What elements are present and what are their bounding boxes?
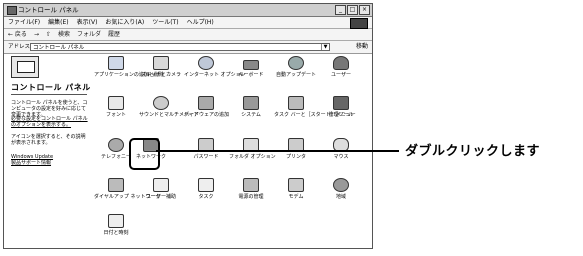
close-button[interactable]: ×: [359, 5, 370, 15]
system-icon: [243, 96, 259, 110]
callout-line: [156, 150, 399, 152]
automatic-updates-icon: [288, 56, 304, 70]
up-button[interactable]: ⇧: [46, 29, 51, 40]
history-button[interactable]: 履歴: [108, 29, 120, 40]
power-management-icon: [243, 178, 259, 192]
menu-view[interactable]: 表示(V): [77, 17, 98, 28]
sidebar-hint: アイコンを選択すると、その説明が表示されます。: [11, 134, 86, 146]
sidebar-title: コントロール パネル: [11, 83, 91, 92]
sidebar-divider: [11, 94, 87, 95]
product-support-link[interactable]: 製品サポート情報: [11, 160, 89, 166]
modem-icon: [288, 178, 304, 192]
address-value: コントロール パネル: [33, 45, 85, 51]
network-highlight-box: [129, 138, 160, 170]
date-time-icon: [108, 214, 124, 228]
sound-multimedia-icon: [153, 96, 169, 110]
control-panel-icon: [11, 56, 39, 78]
menu-file[interactable]: ファイル(F): [8, 17, 40, 28]
sidebar-options-link[interactable]: 必要な設定をコントロール パネルのオプションを表示する。: [11, 116, 89, 128]
taskbar-start-icon: [288, 96, 304, 110]
scheduled-tasks-icon: [198, 178, 214, 192]
forward-button[interactable]: →: [34, 29, 39, 40]
add-hardware-icon: [198, 96, 214, 110]
item-keyboard[interactable]: キーボード: [229, 56, 273, 78]
toolbar: ← 戻る → ⇧ 検索 フォルダ 履歴: [4, 29, 372, 41]
telephony-icon: [108, 138, 124, 152]
item-modem[interactable]: モデム: [274, 178, 318, 200]
item-scheduled-tasks[interactable]: タスク: [184, 178, 228, 200]
item-passwords[interactable]: パスワード: [184, 138, 228, 160]
item-printers[interactable]: プリンタ: [274, 138, 318, 160]
menu-favorites[interactable]: お気に入り(A): [105, 17, 144, 28]
item-system[interactable]: システム: [229, 96, 273, 118]
keyboard-icon: [243, 60, 259, 70]
item-accessibility[interactable]: ユーザー補助: [139, 178, 183, 200]
dialup-network-icon: [108, 178, 124, 192]
fonts-icon: [108, 96, 124, 110]
admin-tools-icon: [333, 96, 349, 110]
item-add-remove-programs[interactable]: アプリケーションの追加と削除: [94, 56, 164, 78]
back-button[interactable]: ← 戻る: [8, 29, 27, 40]
callout-label: ダブルクリックします: [405, 144, 541, 159]
item-admin-tools[interactable]: 管理ツール: [319, 96, 363, 118]
item-folder-options[interactable]: フォルダ オプション: [229, 138, 276, 160]
item-add-hardware[interactable]: ハードウェアの追加: [184, 96, 229, 118]
search-button[interactable]: 検索: [58, 29, 70, 40]
item-dialup-network[interactable]: ダイヤルアップ ネットワーク: [94, 178, 160, 200]
menu-help[interactable]: ヘルプ(H): [187, 17, 214, 28]
regional-icon: [333, 178, 349, 192]
address-dropdown-icon[interactable]: ▼: [321, 44, 329, 50]
control-panel-window: コントロール パネル _ □ × ファイル(F) 編集(E) 表示(V) お気に…: [3, 3, 373, 249]
address-bar: アドレス(D) コントロール パネル ▼ 移動: [4, 41, 372, 54]
window-buttons: _ □ ×: [335, 5, 370, 15]
minimize-button[interactable]: _: [335, 5, 346, 15]
window-icon: [7, 6, 17, 15]
window-title: コントロール パネル: [18, 6, 79, 14]
windows-logo-icon: [350, 18, 368, 29]
menu-tools[interactable]: ツール(T): [152, 17, 178, 28]
item-automatic-updates[interactable]: 自動アップデート: [274, 56, 318, 78]
item-regional[interactable]: 地域: [319, 178, 363, 200]
item-power-management[interactable]: 電源の管理: [229, 178, 273, 200]
menu-edit[interactable]: 編集(E): [48, 17, 68, 28]
item-date-time[interactable]: 日付と時刻: [94, 214, 138, 236]
internet-options-icon: [198, 56, 214, 70]
menu-bar: ファイル(F) 編集(E) 表示(V) お気に入り(A) ツール(T) ヘルプ(…: [4, 17, 372, 29]
item-sound-multimedia[interactable]: サウンドとマルチメディア: [139, 96, 199, 118]
accessibility-icon: [153, 178, 169, 192]
item-internet-options[interactable]: インターネット オプション: [184, 56, 246, 78]
sidebar: コントロール パネル コントロール パネルを使うと、コンピュータの設定を好みに応…: [7, 56, 91, 246]
item-users[interactable]: ユーザー: [319, 56, 363, 78]
add-remove-programs-icon: [108, 56, 124, 70]
scanner-camera-icon: [153, 56, 169, 70]
go-button[interactable]: 移動: [356, 41, 368, 53]
folders-button[interactable]: フォルダ: [77, 29, 101, 40]
item-taskbar-start[interactable]: タスク バーと［スタート］メニュー: [274, 96, 356, 118]
address-input[interactable]: コントロール パネル ▼: [30, 43, 330, 51]
item-fonts[interactable]: フォント: [94, 96, 138, 118]
item-scanner-camera[interactable]: スキャナとカメラ: [139, 56, 183, 78]
users-icon: [333, 56, 349, 70]
title-bar: コントロール パネル _ □ ×: [4, 4, 372, 17]
item-mouse[interactable]: マウス: [319, 138, 363, 160]
maximize-button[interactable]: □: [347, 5, 358, 15]
